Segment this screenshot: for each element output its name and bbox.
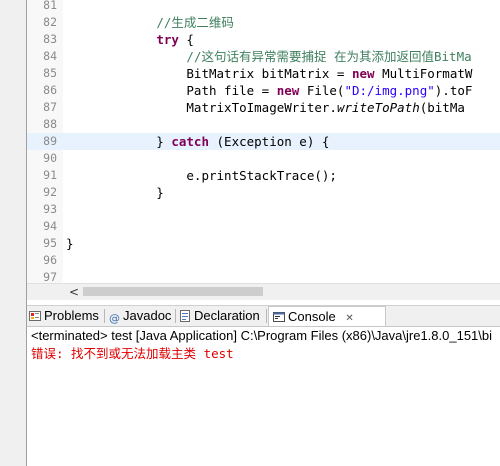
code-token: BitMatrix bitMatrix = (66, 66, 352, 81)
editor-horizontal-scrollbar[interactable]: < (27, 283, 500, 300)
code-line[interactable]: 96 (27, 252, 500, 269)
scroll-left-arrow-icon[interactable]: < (67, 284, 81, 300)
code-text: } (66, 235, 74, 252)
code-line[interactable]: 85 BitMatrix bitMatrix = new MultiFormat… (27, 65, 500, 82)
code-line[interactable]: 89 } catch (Exception e) { (27, 133, 500, 150)
code-token: //这句话有异常需要捕捉 在为其添加返回值BitMa (186, 49, 472, 64)
code-line[interactable]: 92 } (27, 184, 500, 201)
line-number: 97 (43, 270, 57, 283)
code-text: e.printStackTrace(); (66, 167, 337, 184)
tab-declaration-label: Declaration (194, 308, 260, 323)
tab-problems-label: Problems (44, 308, 99, 323)
code-token: (bitMa (419, 100, 465, 115)
console-tab-bar: Problems @ Javadoc Declaration Console ✕ (27, 306, 500, 327)
code-line[interactable]: 91 e.printStackTrace(); (27, 167, 500, 184)
line-number: 82 (43, 15, 57, 29)
javadoc-icon: @ (109, 312, 120, 325)
code-token: } (66, 134, 172, 149)
code-line[interactable]: 90 (27, 150, 500, 167)
code-line[interactable]: 93 (27, 201, 500, 218)
code-token: (Exception e) { (209, 134, 330, 149)
tab-console[interactable]: Console ✕ (268, 306, 386, 326)
code-token: //生成二维码 (156, 15, 234, 30)
left-window-strip (0, 0, 26, 466)
code-token: { (178, 32, 194, 47)
code-line[interactable]: 87 MatrixToImageWriter.writeToPath(bitMa (27, 99, 500, 116)
line-number: 86 (43, 83, 57, 97)
line-number: 87 (43, 100, 57, 114)
code-line[interactable]: 95} (27, 235, 500, 252)
code-token: new (276, 83, 300, 98)
code-token: try (156, 32, 179, 47)
code-text: Path file = new File("D:/img.png").toF (66, 82, 472, 99)
line-number: 84 (43, 49, 57, 63)
code-token: new (351, 66, 375, 81)
tab-separator (266, 309, 267, 323)
code-line[interactable]: 86 Path file = new File("D:/img.png").to… (27, 82, 500, 99)
code-token: MatrixToImageWriter. (66, 100, 337, 115)
code-line[interactable]: 97 (27, 269, 500, 283)
line-number: 88 (43, 117, 57, 131)
code-token: MultiFormatW (374, 66, 473, 81)
scrollbar-thumb[interactable] (83, 287, 263, 296)
tab-javadoc-label: Javadoc (123, 308, 172, 323)
code-token: catch (171, 134, 209, 149)
code-token: writeToPath (336, 100, 420, 115)
problems-icon (29, 311, 41, 321)
code-text: BitMatrix bitMatrix = new MultiFormatW (66, 65, 472, 82)
line-number: 85 (43, 66, 57, 80)
declaration-icon (180, 310, 190, 322)
line-number: 83 (43, 32, 57, 46)
code-text: try { (66, 31, 194, 48)
code-text: MatrixToImageWriter.writeToPath(bitMa (66, 99, 465, 116)
code-token: } (66, 236, 74, 251)
code-text: //生成二维码 (66, 14, 234, 31)
code-line[interactable]: 83 try { (27, 31, 500, 48)
code-token: e.printStackTrace(); (66, 168, 337, 183)
tab-separator (175, 309, 176, 323)
tab-declaration[interactable]: Declaration (179, 306, 260, 326)
tab-console-label: Console (288, 309, 336, 324)
line-number: 81 (43, 0, 57, 12)
line-number: 95 (43, 236, 57, 250)
code-text: } (66, 184, 164, 201)
line-number: 91 (43, 168, 57, 182)
line-number: 89 (43, 134, 57, 148)
line-number: 96 (43, 253, 57, 267)
line-number: 94 (43, 219, 57, 233)
console-status-line: <terminated> test [Java Application] C:\… (31, 328, 493, 343)
code-line[interactable]: 84 //这句话有异常需要捕捉 在为其添加返回值BitMa (27, 48, 500, 65)
tab-javadoc[interactable]: @ Javadoc (109, 306, 171, 326)
tab-problems[interactable]: Problems (29, 306, 99, 326)
code-token: "D:/img.png" (344, 83, 435, 98)
tab-separator (104, 309, 105, 323)
code-line[interactable]: 88 (27, 116, 500, 133)
code-line[interactable]: 94 (27, 218, 500, 235)
code-text: } catch (Exception e) { (66, 133, 329, 150)
code-text: //这句话有异常需要捕捉 在为其添加返回值BitMa (66, 48, 472, 65)
console-icon (273, 312, 285, 322)
line-number: 93 (43, 202, 57, 216)
console-error-line: 错误: 找不到或无法加载主类 test (31, 346, 234, 361)
line-number: 90 (43, 151, 57, 165)
code-token: Path file = (66, 83, 277, 98)
code-token: ).toF (434, 83, 473, 98)
code-line[interactable]: 82 //生成二维码 (27, 14, 500, 31)
close-icon[interactable]: ✕ (345, 313, 353, 324)
code-editor[interactable]: 81 82 //生成二维码 83 try {84 //这句话有异常需要捕捉 在为其添… (27, 0, 500, 283)
code-token: } (66, 185, 164, 200)
code-token: File( (299, 83, 345, 98)
line-number: 92 (43, 185, 57, 199)
code-line[interactable]: 81 (27, 0, 500, 14)
